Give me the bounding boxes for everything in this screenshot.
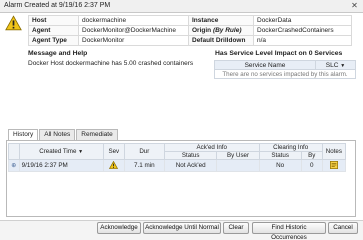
row-clearing-by: 0 xyxy=(300,159,323,172)
row-notes[interactable] xyxy=(321,159,347,172)
acked-info-header: Ack'ed Info xyxy=(163,143,260,152)
acked-status-column[interactable]: Status xyxy=(163,151,218,160)
origin-value: DockerCrashedContainers xyxy=(253,25,352,36)
message-heading: Message and Help xyxy=(28,50,88,57)
row-severity xyxy=(102,159,125,172)
drilldown-value: n/a xyxy=(253,35,352,46)
find-historic-occurrences-button[interactable]: Find Historic Occurrences xyxy=(252,222,326,240)
expand-icon[interactable]: ⊕ xyxy=(8,159,20,172)
created-time-column[interactable]: Created Time ▼ xyxy=(18,143,104,160)
agent-value: DockerMonitor@DockerMachine xyxy=(78,25,189,36)
note-icon[interactable] xyxy=(329,160,338,169)
clearing-status-column[interactable]: Status xyxy=(258,151,302,160)
row-created-time: 9/19/16 2:37 PM xyxy=(18,159,104,172)
sort-down-icon: ▼ xyxy=(340,62,346,69)
tab-all-notes[interactable]: All Notes xyxy=(39,129,76,140)
warning-icon xyxy=(109,160,119,169)
agent-type-value: DockerMonitor xyxy=(78,35,189,46)
acknowledge-until-normal-button[interactable]: Acknowledge Until Normal xyxy=(143,222,221,234)
history-table: Created Time ▼ Sev Dur Ack'ed Info Clear… xyxy=(8,143,347,172)
close-icon[interactable]: ✕ xyxy=(349,1,360,11)
service-table: Service Name SLC ▼ There are no services… xyxy=(214,60,356,79)
created-time-column-label: Created Time xyxy=(39,148,77,155)
instance-label: Instance xyxy=(188,15,254,26)
origin-label-text: Origin xyxy=(192,27,212,34)
sev-column[interactable]: Sev xyxy=(102,143,125,160)
agent-type-label: Agent Type xyxy=(28,35,79,46)
message-text: Docker Host dockermachine has 5.00 crash… xyxy=(28,60,194,67)
row-duration: 7.1 min xyxy=(123,159,165,172)
dur-column[interactable]: Dur xyxy=(123,143,165,160)
slc-column-label: SLC xyxy=(325,61,339,69)
instance-value: DockerData xyxy=(253,15,352,26)
service-impact-label: Has Service Level Impact on xyxy=(215,50,307,57)
service-name-column[interactable]: Service Name xyxy=(214,60,316,70)
tab-bar: History All Notes Remediate xyxy=(8,129,119,141)
service-impact-count: 0 xyxy=(308,50,313,57)
sort-down-icon: ▼ xyxy=(78,149,84,155)
service-impact-heading: Has Service Level Impact on 0 Services xyxy=(215,50,342,57)
notes-column[interactable]: Notes xyxy=(321,143,347,160)
alarm-properties-table: Host dockermachine Instance DockerData A… xyxy=(28,15,352,46)
service-empty-message: There are no services impacted by this a… xyxy=(214,69,356,79)
warning-icon xyxy=(5,15,22,31)
agent-label: Agent xyxy=(28,25,79,36)
host-label: Host xyxy=(28,15,79,26)
row-acked-status: Not Ack'ed xyxy=(163,159,218,172)
host-value: dockermachine xyxy=(78,15,189,26)
window-titlebar: Alarm Created at 9/19/16 2:37 PM ✕ xyxy=(0,0,363,13)
drilldown-label: Default Drilldown xyxy=(188,35,254,46)
window-title: Alarm Created at 9/19/16 2:37 PM xyxy=(4,2,111,9)
row-acked-by xyxy=(216,159,260,172)
origin-label: Origin (By Rule) xyxy=(188,25,254,36)
slc-column[interactable]: SLC ▼ xyxy=(315,60,356,70)
clearing-by-column[interactable]: By xyxy=(300,151,323,160)
acked-by-user-column[interactable]: By User xyxy=(216,151,260,160)
table-row[interactable]: ⊕ 9/19/16 2:37 PM 7.1 min Not Ack'ed No … xyxy=(8,159,347,172)
clearing-info-header: Clearing Info xyxy=(258,143,323,152)
acknowledge-button[interactable]: Acknowledge xyxy=(97,222,141,234)
cancel-button[interactable]: Cancel xyxy=(328,222,358,234)
clear-button[interactable]: Clear xyxy=(223,222,249,234)
tab-remediate[interactable]: Remediate xyxy=(76,129,118,140)
row-clearing-status: No xyxy=(258,159,302,172)
expander-column xyxy=(8,143,20,160)
service-impact-suffix: Services xyxy=(314,50,343,57)
origin-rule: (By Rule) xyxy=(212,27,242,34)
